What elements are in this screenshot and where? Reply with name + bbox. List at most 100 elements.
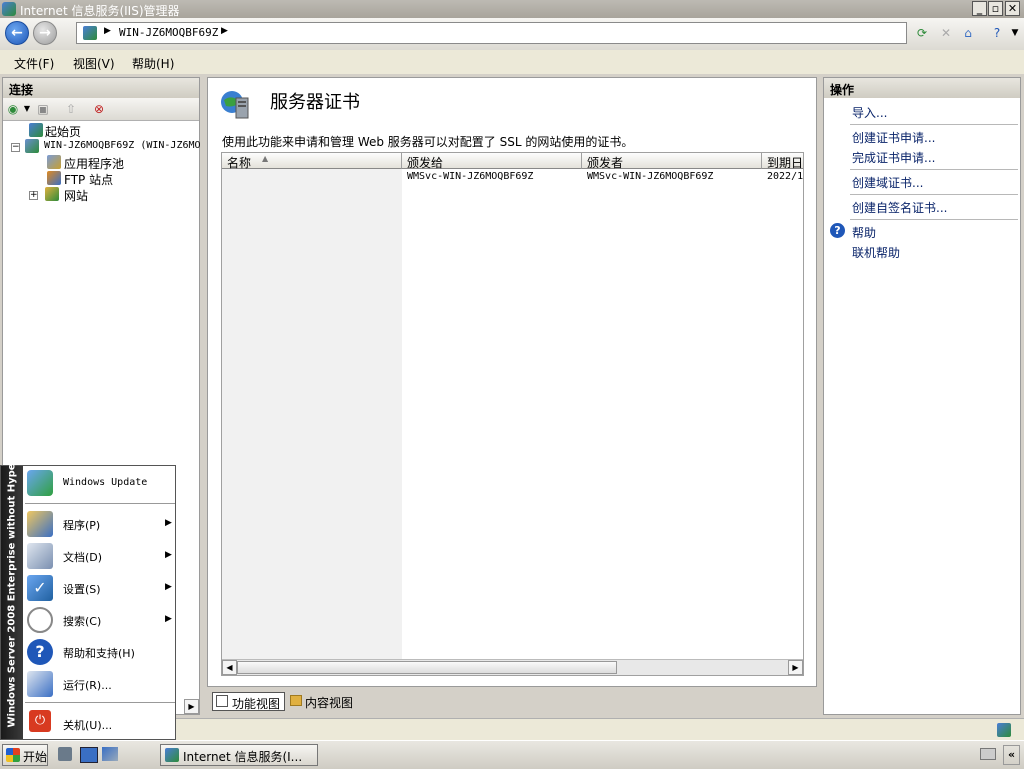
start-programs[interactable]: 程序(P) [63, 517, 100, 533]
feature-view-icon [216, 695, 228, 707]
start-button[interactable]: 开始 [2, 744, 48, 766]
iis-app-icon [2, 2, 16, 16]
start-page-icon [29, 123, 43, 137]
help-icon: ? [830, 223, 845, 238]
start-search[interactable]: 搜索(C) [63, 613, 101, 629]
menu-help[interactable]: 帮助(H) [132, 55, 174, 72]
network-status-icon [997, 723, 1011, 737]
tree-ftp-sites[interactable]: FTP 站点 [64, 171, 113, 188]
scroll-right-icon[interactable]: ▶ [184, 699, 199, 714]
menu-file[interactable]: 文件(F) [14, 55, 54, 72]
breadcrumb-server[interactable]: WIN-JZ6MOQBF69Z [119, 26, 218, 39]
up-icon[interactable]: ⇧ [63, 101, 79, 117]
page-description: 使用此功能来申请和管理 Web 服务器可以对配置了 SSL 的网站使用的证书。 [222, 135, 634, 149]
expand-icon[interactable]: + [29, 191, 38, 200]
stop-icon[interactable]: ✕ [937, 24, 955, 42]
ftp-site-icon [47, 171, 61, 185]
keyboard-icon[interactable] [980, 748, 996, 760]
home-icon[interactable]: ⌂ [959, 24, 977, 42]
breadcrumb-arrow-icon[interactable]: ▶ [104, 26, 111, 36]
back-button[interactable]: ← [5, 21, 29, 45]
switch-windows-icon[interactable] [102, 747, 118, 761]
refresh-icon[interactable]: ⟳ [913, 24, 931, 42]
submenu-arrow-icon: ▶ [165, 614, 172, 624]
connections-header: 连接 [3, 78, 199, 98]
server-certificate-icon [221, 91, 249, 119]
actions-panel: 操作 导入... 创建证书申请... 完成证书申请... 创建域证书... 创建… [823, 77, 1021, 715]
action-help[interactable]: 帮助 [852, 224, 876, 241]
action-create-cert-request[interactable]: 创建证书申请... [852, 129, 935, 146]
sort-ascending-icon: ▲ [262, 154, 269, 163]
column-header-issued-by[interactable]: 颁发者 [582, 153, 762, 170]
chevron-down-icon[interactable]: ▼ [19, 101, 35, 117]
cell-issued-by: WMSvc-WIN-JZ6MOQBF69Z [587, 171, 714, 182]
programs-icon [27, 511, 53, 537]
chevron-down-icon[interactable]: ▼ [1006, 24, 1024, 42]
search-icon [27, 607, 53, 633]
column-header-expiry[interactable]: 到期日 [762, 153, 803, 170]
name-column-background [222, 169, 402, 659]
start-settings[interactable]: 设置(S) [63, 581, 101, 597]
minimize-button[interactable]: _ [972, 1, 987, 16]
menu-bar: 文件(F) 视图(V) 帮助(H) [0, 50, 1024, 74]
action-online-help[interactable]: 联机帮助 [852, 244, 900, 261]
start-run[interactable]: 运行(R)... [63, 677, 112, 693]
settings-icon: ✓ [27, 575, 53, 601]
menu-view[interactable]: 视图(V) [73, 55, 115, 72]
taskbar-iis-manager[interactable]: Internet 信息服务(I... [160, 744, 318, 766]
run-icon [27, 671, 53, 697]
connections-toolbar: ◉ ▼ ▣ ⇧ ⊗ [3, 98, 199, 121]
tree-start-page[interactable]: 起始页 [45, 123, 81, 140]
server-icon [83, 26, 97, 40]
tab-content-view[interactable]: 内容视图 [288, 692, 358, 711]
scroll-left-icon[interactable]: ◀ [222, 660, 237, 675]
tree-app-pools[interactable]: 应用程序池 [64, 155, 124, 172]
action-create-domain-cert[interactable]: 创建域证书... [852, 174, 923, 191]
divider [850, 169, 1018, 170]
action-create-self-signed-cert[interactable]: 创建自签名证书... [852, 199, 947, 216]
tab-feature-view[interactable]: 功能视图 [212, 692, 285, 711]
forward-button[interactable]: → [33, 21, 57, 45]
address-toolbar: ← → ▶ WIN-JZ6MOQBF69Z ▶ ⟳ ✕ ⌂ ? ▼ [0, 18, 1024, 50]
tree-server[interactable]: WIN-JZ6MOQBF69Z (WIN-JZ6MO [44, 140, 201, 151]
start-windows-update[interactable]: Windows Update [63, 477, 147, 488]
taskbar: 开始 Internet 信息服务(I... « [0, 740, 1024, 769]
tree-sites[interactable]: 网站 [64, 187, 88, 204]
table-row[interactable]: WMSvc-WIN-JZ6MOQBF69Z WMSvc-WIN-JZ6MOQBF… [222, 169, 803, 185]
maximize-button[interactable]: ▫ [988, 1, 1003, 16]
chevron-left-icon[interactable]: « [1003, 745, 1020, 765]
column-header-issued-to[interactable]: 颁发给 [402, 153, 582, 170]
action-import[interactable]: 导入... [852, 104, 887, 121]
start-shutdown[interactable]: 关机(U)... [63, 717, 112, 733]
help-icon: ? [27, 639, 53, 665]
server-icon [25, 139, 39, 153]
column-header-name[interactable]: 名称 ▲ [222, 153, 402, 170]
content-view-icon [290, 695, 302, 706]
app-pool-icon [47, 155, 61, 169]
action-complete-cert-request[interactable]: 完成证书申请... [852, 149, 935, 166]
start-help-support[interactable]: 帮助和支持(H) [63, 645, 135, 661]
server-manager-icon[interactable] [58, 747, 72, 761]
show-desktop-icon[interactable] [80, 747, 98, 763]
windows-logo-icon [6, 748, 20, 762]
collapse-icon[interactable]: − [11, 143, 20, 152]
scroll-right-icon[interactable]: ▶ [788, 660, 803, 675]
horizontal-scrollbar[interactable]: ◀ ▶ [222, 659, 803, 675]
scrollbar-thumb[interactable] [237, 661, 617, 674]
title-bar: Internet 信息服务(IIS)管理器 _ ▫ ✕ [0, 0, 1024, 18]
divider [25, 503, 175, 504]
divider [25, 702, 175, 703]
documents-icon [27, 543, 53, 569]
save-icon[interactable]: ▣ [35, 101, 51, 117]
actions-header: 操作 [824, 78, 1020, 98]
iis-app-icon [165, 748, 179, 762]
power-icon: ⏻ [29, 710, 51, 732]
start-documents[interactable]: 文档(D) [63, 549, 102, 565]
address-bar[interactable]: ▶ WIN-JZ6MOQBF69Z ▶ [76, 22, 907, 44]
close-button[interactable]: ✕ [1005, 1, 1020, 16]
breadcrumb-arrow-icon[interactable]: ▶ [221, 26, 228, 36]
disconnect-icon[interactable]: ⊗ [91, 101, 107, 117]
divider [850, 219, 1018, 220]
help-icon[interactable]: ? [988, 24, 1006, 42]
submenu-arrow-icon: ▶ [165, 518, 172, 528]
